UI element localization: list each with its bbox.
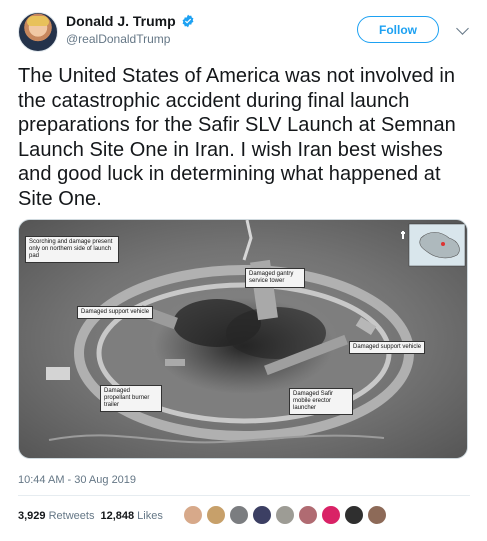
tweet-text: The United States of America was not inv… <box>18 65 456 210</box>
label-damaged-support-right: Damaged support vehicle <box>349 341 426 354</box>
liker-avatar[interactable] <box>229 505 249 525</box>
tweet-timestamp[interactable]: 10:44 AM - 30 Aug 2019 <box>18 474 136 486</box>
retweet-label: Retweets <box>48 510 95 522</box>
label-damaged-support-left: Damaged support vehicle <box>77 306 154 319</box>
liker-avatar[interactable] <box>183 505 203 525</box>
liker-avatar[interactable] <box>321 505 341 525</box>
label-damaged-safir: Damaged Safir mobile erector launcher <box>289 388 353 415</box>
display-name[interactable]: Donald J. Trump <box>66 13 176 29</box>
verified-badge-icon <box>181 14 195 28</box>
liker-avatar[interactable] <box>252 505 272 525</box>
label-damaged-gantry: Damaged gantry service tower <box>245 268 305 288</box>
follow-button[interactable]: Follow <box>357 16 439 43</box>
tweet-header: Donald J. Trump @realDonaldTrump Follow <box>18 12 473 52</box>
tweet-media-image[interactable]: Scorching and damage present only on nor… <box>18 219 468 459</box>
divider <box>18 495 470 496</box>
chevron-down-icon[interactable] <box>456 22 469 35</box>
retweet-stat[interactable]: 3,929 Retweets <box>18 510 94 522</box>
liker-avatar[interactable] <box>275 505 295 525</box>
label-damaged-propellant: Damaged propellant burner trailer <box>100 385 162 412</box>
liker-avatar[interactable] <box>344 505 364 525</box>
tweet-stats: 3,929 Retweets 12,848 Likes <box>18 510 163 522</box>
liker-avatar[interactable] <box>206 505 226 525</box>
like-label: Likes <box>137 510 163 522</box>
account-handle[interactable]: @realDonaldTrump <box>66 32 170 46</box>
name-row: Donald J. Trump <box>66 13 195 29</box>
liker-avatar[interactable] <box>298 505 318 525</box>
like-stat[interactable]: 12,848 Likes <box>100 510 162 522</box>
liker-avatar-row <box>183 505 387 525</box>
like-count: 12,848 <box>100 510 135 522</box>
liker-avatar[interactable] <box>367 505 387 525</box>
label-scorching: Scorching and damage present only on nor… <box>25 236 119 263</box>
retweet-count: 3,929 <box>18 510 46 522</box>
avatar[interactable] <box>18 12 58 52</box>
